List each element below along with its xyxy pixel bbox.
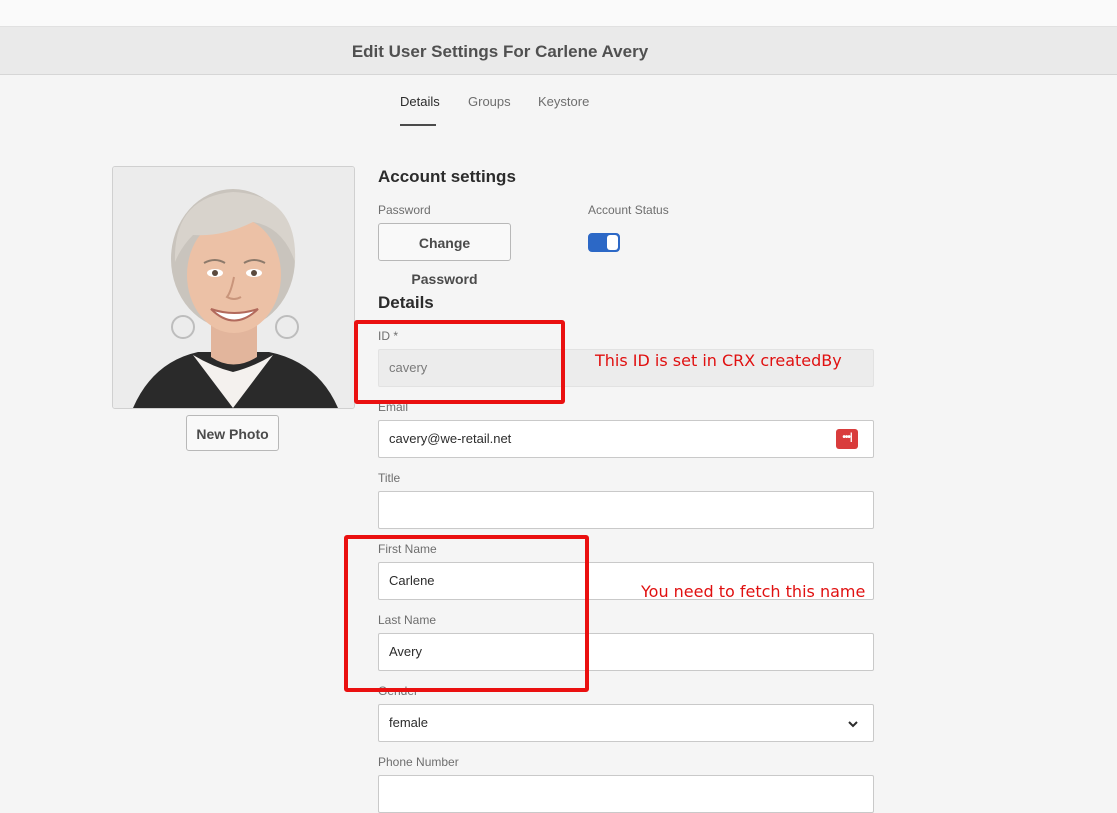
tab-bar: Details Groups Keystore [0, 94, 1117, 128]
id-annotation-text: This ID is set in CRX createdBy [595, 351, 842, 370]
title-label: Title [378, 471, 401, 485]
page-title: Edit User Settings For Carlene Avery [351, 42, 649, 61]
browser-top-bar [0, 0, 1117, 27]
account-status-toggle[interactable] [588, 233, 620, 252]
account-status-label: Account Status [588, 203, 669, 217]
details-heading: Details [378, 293, 434, 312]
portrait-image [113, 167, 354, 408]
selected-tab-indicator [400, 124, 436, 126]
new-photo-button[interactable]: New Photo [186, 415, 279, 451]
account-settings-heading: Account settings [378, 167, 516, 186]
password-manager-icon[interactable]: •••| [836, 429, 858, 449]
gender-select[interactable]: female [378, 704, 874, 742]
change-password-button[interactable]: Change Password [378, 223, 511, 287]
tab-details[interactable]: Details [400, 94, 440, 109]
id-annotation-box [354, 320, 565, 404]
tab-groups[interactable]: Groups [468, 94, 511, 109]
profile-photo [112, 166, 355, 409]
name-annotation-text: You need to fetch this name [641, 582, 866, 601]
email-field[interactable]: cavery@we-retail.net •••| [378, 420, 874, 458]
tab-keystore[interactable]: Keystore [538, 94, 589, 109]
title-field[interactable] [378, 491, 874, 529]
gender-value: female [389, 715, 429, 730]
phone-number-label: Phone Number [378, 755, 459, 769]
phone-number-field[interactable] [378, 775, 874, 813]
chevron-down-icon [848, 721, 858, 728]
password-label: Password [378, 203, 431, 217]
name-annotation-box [344, 535, 589, 692]
toggle-knob [607, 235, 618, 250]
email-value: cavery@we-retail.net [389, 431, 512, 446]
